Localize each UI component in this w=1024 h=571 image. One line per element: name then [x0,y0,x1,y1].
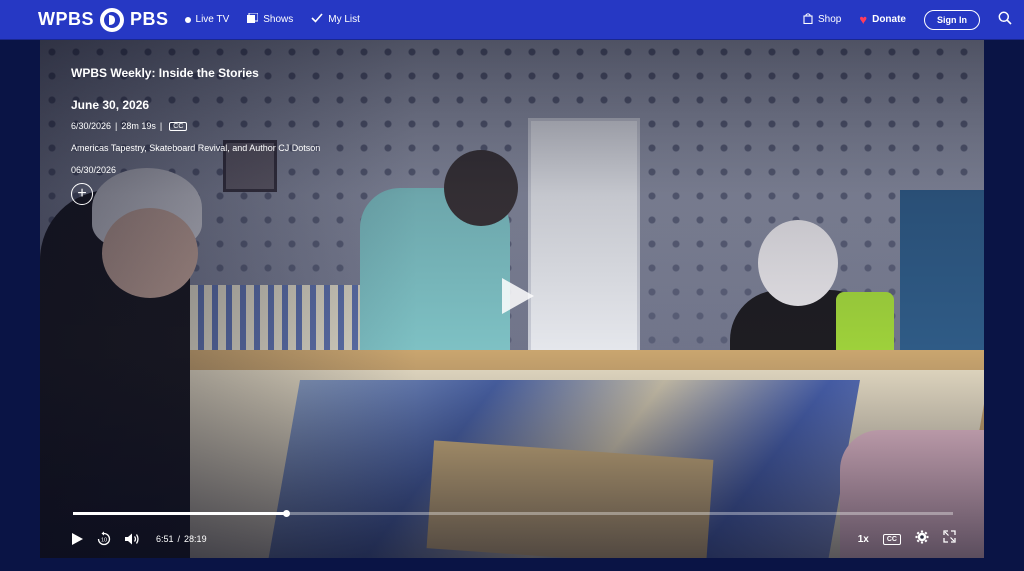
meta-duration: 28m 19s [121,121,156,131]
settings-icon[interactable] [915,530,929,549]
time-separator: / [177,534,181,544]
current-time: 6:51 [156,534,174,544]
shows-icon [247,12,259,26]
pbs-head-icon [100,7,124,32]
nav-shop-label: Shop [818,14,842,25]
episode-title: June 30, 2026 [71,98,150,112]
top-navigation: WPBS PBS Live TV Shows My List Shop ♥ Do… [0,0,1024,40]
replay-10-icon[interactable]: 10 [96,531,112,547]
nav-donate-label: Donate [872,14,906,25]
add-to-list-button[interactable]: + [71,183,93,205]
nav-live-tv[interactable]: Live TV [184,14,230,25]
search-icon[interactable] [998,11,1012,28]
time-display: 6:51 / 28:19 [156,534,207,544]
meta-date: 6/30/2026 [71,121,112,131]
show-title[interactable]: WPBS Weekly: Inside the Stories [71,66,431,80]
live-dot-icon [184,16,191,23]
shop-bag-icon [803,12,813,27]
heart-icon: ♥ [859,12,868,27]
nav-donate[interactable]: ♥ Donate [859,12,906,27]
nav-shop[interactable]: Shop [803,12,842,27]
nav-my-list[interactable]: My List [311,13,360,26]
nav-shows[interactable]: Shows [247,12,294,26]
wpbs-logo[interactable]: WPBS PBS [38,7,169,32]
meta-separator: | [115,121,118,131]
play-icon[interactable] [70,532,84,546]
total-time: 28:19 [184,534,207,544]
control-bar: 10 6:51 / 28:19 1x CC [70,530,956,548]
nav-shows-label: Shows [263,14,294,25]
volume-icon[interactable] [124,532,140,546]
playback-speed-button[interactable]: 1x [858,534,869,545]
air-date: 06/30/2026 [71,165,117,175]
fullscreen-icon[interactable] [943,530,956,548]
checkmark-icon [311,13,323,26]
captions-button[interactable]: CC [882,533,901,545]
progress-bar[interactable] [73,510,953,517]
sign-in-button[interactable]: Sign In [924,9,980,30]
nav-live-tv-label: Live TV [195,14,230,25]
logo-brand: PBS [130,9,169,29]
logo-station: WPBS [38,9,94,29]
svg-text:10: 10 [101,538,107,544]
cc-badge: CC [169,121,188,131]
video-player[interactable]: WPBS Weekly: Inside the Stories June 30,… [40,40,984,558]
progress-thumb[interactable] [282,510,290,517]
episode-description: Americas Tapestry, Skateboard Revival, a… [71,143,321,153]
nav-my-list-label: My List [328,14,360,25]
center-play-icon[interactable] [494,274,538,318]
meta-separator: | [159,121,163,131]
episode-meta: 6/30/2026 | 28m 19s | CC [71,121,431,131]
progress-fill [73,512,286,515]
video-info-overlay: WPBS Weekly: Inside the Stories June 30,… [71,66,431,205]
